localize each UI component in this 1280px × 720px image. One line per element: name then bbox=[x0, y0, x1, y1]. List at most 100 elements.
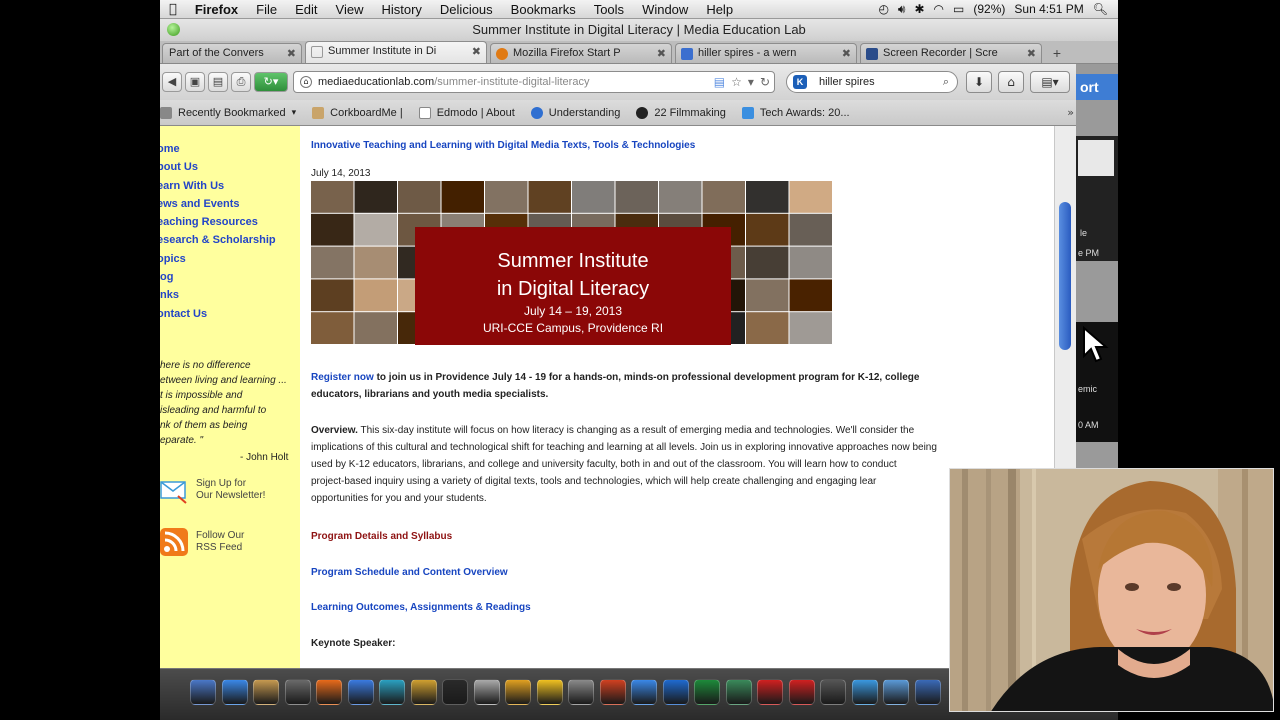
dock-app-icon[interactable] bbox=[190, 679, 216, 705]
newsletter-signup[interactable]: Sign Up for Our Newsletter! bbox=[160, 476, 300, 512]
tab-firefox-start[interactable]: Mozilla Firefox Start P ✖ bbox=[490, 43, 672, 63]
bookmark-sidebar-icon[interactable]: ▤ bbox=[208, 72, 228, 92]
address-bar[interactable]: ⌂ mediaeducationlab.com/summer-institute… bbox=[293, 71, 775, 93]
apple-menu-icon[interactable]:  bbox=[160, 2, 186, 17]
layout-icon[interactable]: ▣ bbox=[185, 72, 205, 92]
zoom-window-icon[interactable] bbox=[167, 23, 180, 36]
menu-bookmarks[interactable]: Bookmarks bbox=[502, 2, 585, 17]
close-tab-icon[interactable]: ✖ bbox=[1027, 44, 1036, 63]
register-now-link[interactable]: Register now bbox=[311, 372, 374, 383]
summer-institute-banner[interactable]: Summer Institute in Digital Literacy Jul… bbox=[311, 181, 833, 345]
nav-about-us[interactable]: bout Us bbox=[160, 158, 300, 176]
menu-history[interactable]: History bbox=[372, 2, 430, 17]
dock-app-icon[interactable] bbox=[410, 679, 437, 705]
back-button[interactable]: ◀ bbox=[162, 72, 182, 92]
volume-icon[interactable]: 🔊︎ bbox=[898, 2, 906, 17]
more-bookmarks-icon[interactable]: » bbox=[1067, 106, 1074, 119]
tab-screen-recorder[interactable]: Screen Recorder | Scre ✖ bbox=[860, 43, 1042, 63]
dock-app-icon[interactable] bbox=[851, 679, 878, 705]
scrollbar-thumb[interactable] bbox=[1059, 202, 1071, 350]
bookmark-understanding[interactable]: Understanding bbox=[530, 106, 620, 119]
nav-blog[interactable]: log bbox=[160, 268, 300, 286]
nav-learn-with-us[interactable]: earn With Us bbox=[160, 177, 300, 195]
dock-app-icon[interactable] bbox=[914, 679, 941, 705]
dock-app-icon[interactable] bbox=[442, 679, 468, 705]
background-text: le bbox=[1080, 228, 1088, 238]
nav-news-and-events[interactable]: ews and Events bbox=[160, 195, 300, 213]
dock-app-icon[interactable] bbox=[694, 679, 720, 705]
dock-app-icon[interactable] bbox=[316, 679, 342, 705]
time-machine-icon[interactable]: ◴ bbox=[878, 2, 888, 16]
page-heading[interactable]: Innovative Teaching and Learning with Di… bbox=[311, 140, 695, 151]
dock-app-icon[interactable] bbox=[253, 679, 279, 705]
tab-hiller-spires[interactable]: hiller spires - a wern ✖ bbox=[675, 43, 857, 63]
bluetooth-icon[interactable]: ✱ bbox=[914, 2, 924, 16]
menu-file[interactable]: File bbox=[247, 2, 286, 17]
reload-icon[interactable]: ↻ bbox=[760, 72, 770, 92]
tab-part-of-conversation[interactable]: Part of the Convers ✖ bbox=[162, 43, 302, 63]
close-tab-icon[interactable]: ✖ bbox=[842, 44, 851, 63]
web-page: ome bout Us earn With Us ews and Events … bbox=[160, 126, 1054, 668]
downloads-button[interactable]: ⬇ bbox=[966, 71, 992, 93]
dock-app-icon[interactable] bbox=[788, 679, 815, 705]
tab-summer-institute[interactable]: Summer Institute in Di ✖ bbox=[305, 41, 487, 63]
bookmark-recently-bookmarked[interactable]: Recently Bookmarked ▾ bbox=[160, 106, 296, 119]
search-engine-icon[interactable]: K bbox=[793, 75, 807, 89]
dock-app-icon[interactable] bbox=[473, 679, 500, 705]
menu-app-name[interactable]: Firefox bbox=[186, 2, 247, 17]
search-box[interactable]: K hiller spires ⌕ bbox=[786, 71, 958, 93]
dock-app-icon[interactable] bbox=[379, 679, 405, 705]
bookmark-tech-awards[interactable]: Tech Awards: 20... bbox=[741, 106, 850, 119]
menu-delicious[interactable]: Delicious bbox=[431, 2, 502, 17]
nav-research-scholarship[interactable]: esearch & Scholarship bbox=[160, 231, 300, 249]
dock-app-icon[interactable] bbox=[221, 679, 248, 705]
dock-app-icon[interactable] bbox=[662, 679, 689, 705]
dock-app-icon[interactable] bbox=[536, 679, 563, 705]
delicious-addon-button[interactable]: ↻▾ bbox=[254, 72, 288, 92]
home-button[interactable]: ⌂ bbox=[998, 71, 1024, 93]
nav-home[interactable]: ome bbox=[160, 140, 300, 158]
screen-recorder-icon bbox=[866, 48, 878, 60]
dock-app-icon[interactable] bbox=[820, 679, 846, 705]
bookmark-edmodo[interactable]: Edmodo | About bbox=[418, 106, 515, 119]
close-tab-icon[interactable]: ✖ bbox=[287, 44, 296, 63]
dock-app-icon[interactable] bbox=[883, 679, 909, 705]
dock-app-icon[interactable] bbox=[725, 679, 752, 705]
menu-window[interactable]: Window bbox=[633, 2, 697, 17]
nav-contact-us[interactable]: ontact Us bbox=[160, 305, 300, 323]
spotlight-search-icon[interactable]: 🔍︎ bbox=[1093, 2, 1108, 16]
dock-app-icon[interactable] bbox=[505, 679, 531, 705]
nav-topics[interactable]: opics bbox=[160, 250, 300, 268]
battery-icon[interactable]: ▭ bbox=[953, 2, 964, 16]
bookmark-corkboardme[interactable]: CorkboardMe | bbox=[312, 106, 403, 119]
dock-app-icon[interactable] bbox=[284, 679, 311, 705]
dock-app-icon[interactable] bbox=[347, 679, 374, 705]
menu-help[interactable]: Help bbox=[697, 2, 742, 17]
dock-app-icon[interactable] bbox=[757, 679, 783, 705]
bookmark-22-filmmaking[interactable]: 22 Filmmaking bbox=[636, 106, 726, 119]
close-tab-icon[interactable]: ✖ bbox=[657, 44, 666, 63]
schedule-link[interactable]: Program Schedule and Content Overview bbox=[311, 567, 508, 578]
close-tab-icon[interactable]: ✖ bbox=[472, 42, 481, 61]
site-identity-icon[interactable]: ⌂ bbox=[300, 76, 312, 88]
print-icon[interactable]: ⎙ bbox=[231, 72, 251, 92]
reader-icon[interactable]: ▤ bbox=[714, 72, 725, 92]
menu-tools[interactable]: Tools bbox=[585, 2, 633, 17]
search-icon[interactable]: ⌕ bbox=[943, 72, 949, 92]
dock-app-icon[interactable] bbox=[568, 679, 594, 705]
menu-view[interactable]: View bbox=[327, 2, 373, 17]
dock-app-icon[interactable] bbox=[631, 679, 657, 705]
support-button[interactable]: ort bbox=[1076, 74, 1118, 100]
nav-teaching-resources[interactable]: eaching Resources bbox=[160, 213, 300, 231]
dropdown-arrow-icon[interactable]: ▾ bbox=[748, 72, 754, 92]
bookmark-star-icon[interactable]: ☆ bbox=[731, 72, 742, 92]
extensions-menu-button[interactable]: ▤▾ bbox=[1030, 71, 1070, 93]
menu-edit[interactable]: Edit bbox=[286, 2, 326, 17]
wifi-icon[interactable]: ◠ bbox=[934, 2, 944, 16]
clock[interactable]: Sun 4:51 PM bbox=[1014, 2, 1083, 16]
dock-app-icon[interactable] bbox=[599, 679, 626, 705]
outcomes-link[interactable]: Learning Outcomes, Assignments & Reading… bbox=[311, 602, 531, 613]
rss-follow[interactable]: Follow Our RSS Feed bbox=[160, 528, 300, 564]
nav-links[interactable]: inks bbox=[160, 286, 300, 304]
new-tab-button[interactable]: + bbox=[1045, 45, 1069, 63]
